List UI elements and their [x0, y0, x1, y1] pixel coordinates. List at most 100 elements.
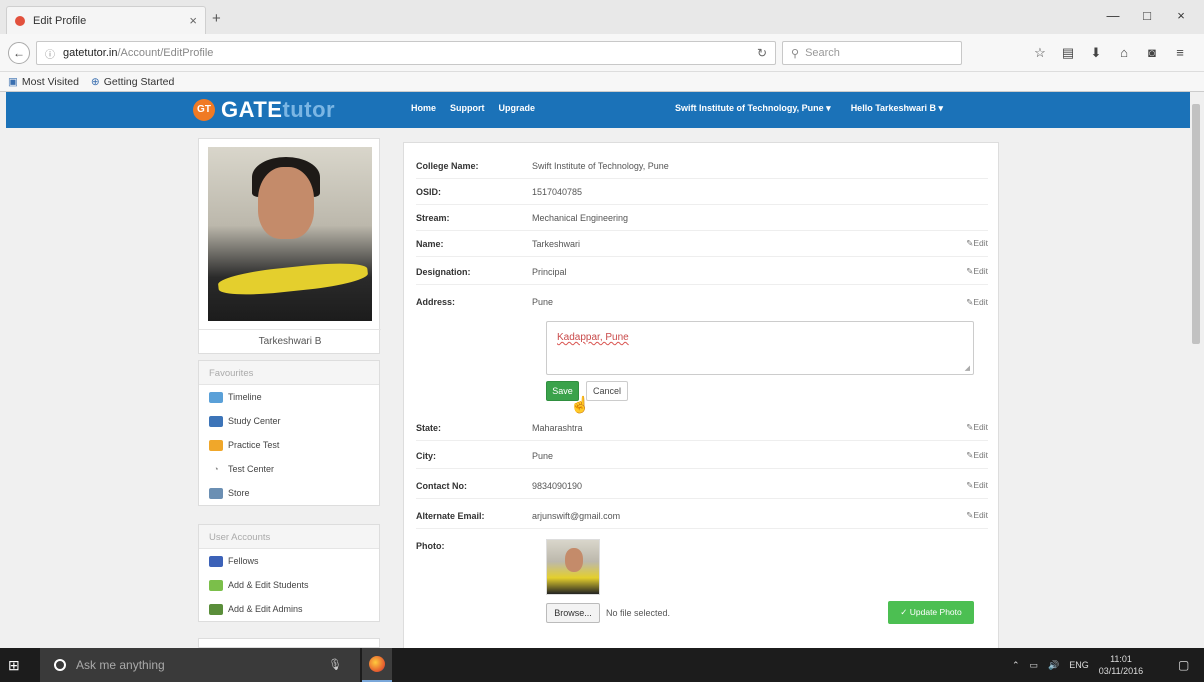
browse-button[interactable]: Browse...	[546, 603, 600, 623]
tray-expand-icon[interactable]: ⌃	[1012, 660, 1020, 671]
profile-row-name: Name: Tarkeshwari ✎Edit	[416, 231, 988, 257]
star-icon[interactable]: ☆	[1026, 45, 1054, 61]
firefox-icon	[369, 656, 385, 672]
cortana-search-box[interactable]: Ask me anything 🎙	[40, 648, 360, 682]
edit-name-button[interactable]: ✎Edit	[958, 238, 988, 249]
photo-scarf	[217, 259, 369, 299]
cortana-icon	[54, 659, 66, 671]
profile-row-address: Address: Pune ✎Edit	[416, 289, 988, 315]
search-placeholder: Search	[805, 47, 840, 59]
reading-list-icon[interactable]: ▤	[1054, 45, 1082, 61]
sidebar-item-add-edit-students[interactable]: Add & Edit Students	[199, 573, 379, 597]
tab-title: Edit Profile	[33, 14, 87, 27]
language-indicator[interactable]: ENG	[1069, 660, 1089, 670]
edit-alt-email-button[interactable]: ✎Edit	[958, 510, 988, 521]
nav-upgrade[interactable]: Upgrade	[499, 103, 536, 113]
profile-row-college: College Name: Swift Institute of Technol…	[416, 153, 988, 179]
row-value: 9834090190	[532, 480, 583, 491]
site-logo[interactable]: GT GATE tutor	[193, 97, 335, 123]
profile-photo-thumbnail	[546, 539, 600, 595]
edit-city-button[interactable]: ✎Edit	[958, 450, 988, 461]
user-accounts-title: User Accounts	[199, 525, 379, 549]
edit-state-button[interactable]: ✎Edit	[958, 422, 988, 433]
profile-row-designation: Designation: Principal ✎Edit	[416, 259, 988, 285]
back-button[interactable]: ←	[8, 42, 30, 64]
profile-photo	[208, 147, 372, 321]
menu-icon[interactable]: ≡	[1166, 45, 1194, 61]
browser-toolbar: ☆ ▤ ⬇ ⌂ ◙ ≡	[1026, 45, 1194, 61]
update-photo-button[interactable]: ✓ Update Photo	[888, 601, 974, 624]
sidebar-item-label: Test Center	[228, 464, 275, 474]
cancel-button[interactable]: Cancel	[586, 381, 628, 401]
microphone-icon[interactable]: 🎙	[328, 658, 342, 671]
user-dropdown[interactable]: Hello Tarkeshwari B ▾	[851, 103, 943, 114]
sidebar-item-label: Fellows	[228, 556, 259, 566]
logo-text-gate: GATE	[221, 97, 283, 122]
resize-grip-icon[interactable]: ◢	[965, 364, 970, 372]
sidebar-item-store[interactable]: Store	[199, 481, 379, 505]
window-controls: — □ ×	[1096, 8, 1198, 23]
sidebar-item-practice-test[interactable]: Practice Test	[199, 433, 379, 457]
logo-badge: GT	[193, 99, 215, 121]
nav-home[interactable]: Home	[411, 103, 436, 113]
sidebar-item-test-center[interactable]: ◔ Test Center	[199, 457, 379, 481]
bookmark-getting-started[interactable]: Getting Started	[104, 76, 175, 88]
close-window-button[interactable]: ×	[1164, 8, 1198, 23]
network-icon[interactable]: ▭	[1030, 660, 1039, 671]
sidebar-item-label: Store	[228, 488, 250, 498]
file-status: No file selected.	[606, 608, 671, 618]
windows-start-icon[interactable]: ⊞	[8, 657, 20, 674]
reload-icon[interactable]: ↻	[757, 46, 767, 60]
sidebar-item-timeline[interactable]: Timeline	[199, 385, 379, 409]
sidebar-item-study-center[interactable]: Study Center	[199, 409, 379, 433]
system-tray: ⌃ ▭ 🔊 ENG 11:01 03/11/2016	[1012, 648, 1143, 682]
search-input[interactable]: ⚲ Search	[782, 41, 962, 65]
sidebar-item-add-edit-admins[interactable]: Add & Edit Admins	[199, 597, 379, 621]
fellows-icon	[209, 555, 223, 567]
firefox-taskbar-button[interactable]	[362, 648, 392, 682]
home-icon[interactable]: ⌂	[1110, 45, 1138, 61]
address-input-value: Kadappar, Pune	[557, 332, 629, 343]
address-textarea[interactable]: Kadappar, Pune ◢	[546, 321, 974, 375]
edit-contact-button[interactable]: ✎Edit	[958, 480, 988, 491]
cortana-placeholder: Ask me anything	[76, 658, 165, 672]
sidebar-item-label: Practice Test	[228, 440, 280, 450]
tab-edit-profile[interactable]: Edit Profile ×	[6, 6, 206, 34]
clock-date: 03/11/2016	[1098, 666, 1144, 676]
nav-support[interactable]: Support	[450, 103, 485, 113]
sidebar-item-fellows[interactable]: Fellows	[199, 549, 379, 573]
bookmarks-bar: ▣ Most Visited ⊕ Getting Started	[0, 72, 1204, 92]
site-user-area: Swift Institute of Technology, Pune ▾ He…	[675, 103, 963, 114]
page-scrollbar[interactable]	[1190, 92, 1202, 648]
pocket-icon[interactable]: ◙	[1138, 45, 1166, 61]
scroll-thumb[interactable]	[1192, 104, 1200, 344]
bookmark-most-visited[interactable]: Most Visited	[22, 76, 79, 88]
row-value: arjunswift@gmail.com	[532, 510, 621, 521]
bookmark-folder-icon: ▣	[8, 75, 18, 88]
practice-test-icon	[209, 439, 223, 451]
url-bar[interactable]: ⓘ gatetutor.in /Account/EditProfile ↻	[36, 41, 776, 65]
college-dropdown[interactable]: Swift Institute of Technology, Pune ▾	[675, 103, 831, 114]
store-icon	[209, 487, 223, 499]
row-value: Tarkeshwari	[532, 238, 581, 249]
row-label: College Name:	[416, 160, 479, 171]
notifications-icon[interactable]: ▢	[1178, 658, 1189, 672]
edit-designation-button[interactable]: ✎Edit	[958, 266, 988, 277]
profile-row-contact: Contact No: 9834090190 ✎Edit	[416, 473, 988, 499]
edit-address-button[interactable]: ✎Edit	[958, 297, 988, 308]
volume-icon[interactable]: 🔊	[1048, 660, 1059, 671]
download-icon[interactable]: ⬇	[1082, 45, 1110, 61]
row-label: City:	[416, 450, 436, 461]
restore-button[interactable]: □	[1130, 8, 1164, 23]
info-icon[interactable]: ⓘ	[45, 46, 55, 61]
tab-close-icon[interactable]: ×	[189, 13, 197, 28]
row-label: State:	[416, 422, 442, 433]
row-value: Swift Institute of Technology, Pune	[532, 160, 669, 171]
new-tab-button[interactable]: +	[212, 10, 221, 27]
row-label: Contact No:	[416, 480, 467, 491]
clock[interactable]: 11:01 03/11/2016	[1099, 653, 1143, 677]
row-label: Designation:	[416, 266, 471, 277]
minimize-button[interactable]: —	[1096, 8, 1130, 23]
add-students-icon	[209, 579, 223, 591]
profile-row-photo: Photo:	[416, 533, 988, 559]
